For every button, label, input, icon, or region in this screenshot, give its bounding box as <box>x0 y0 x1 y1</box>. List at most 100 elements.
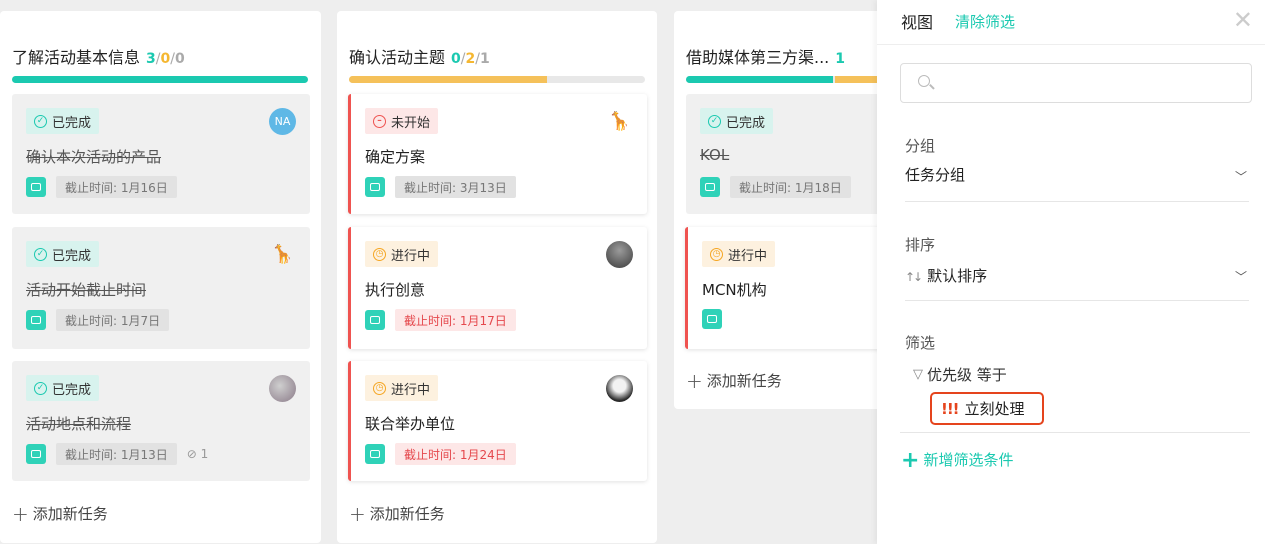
column-title-text: 借助媒体第三方渠... <box>686 48 830 67</box>
minus-circle-icon: – <box>373 114 386 128</box>
task-title: 确定方案 <box>365 148 426 166</box>
sort-icon: ↑↓ <box>905 270 923 284</box>
divider <box>877 44 1265 45</box>
status-badge[interactable]: ◷ 进行中 <box>365 241 439 267</box>
task-title: 确认本次活动的产品 <box>26 148 162 166</box>
count-done: 0 <box>451 51 461 67</box>
count-in-progress: 2 <box>465 51 476 67</box>
plus-icon: + <box>349 502 366 526</box>
column-title-text: 了解活动基本信息 <box>12 48 141 67</box>
task-card[interactable]: ◷ 进行中 联合举办单位 截止时间: 1月24日 <box>348 361 647 481</box>
giraffe-avatar-icon[interactable]: 🦒 <box>269 241 296 268</box>
task-title: 执行创意 <box>365 281 426 299</box>
due-date: 截止时间: 1月16日 <box>56 176 177 198</box>
group-select[interactable]: 任务分组 <box>905 164 965 185</box>
checkbox-icon[interactable] <box>26 177 46 197</box>
column-task-count: 3/0/0 <box>146 51 185 67</box>
column-title[interactable]: 确认活动主题 0/2/1 <box>349 44 490 68</box>
column-progress-bar <box>349 76 645 83</box>
status-label: 已完成 <box>726 115 766 131</box>
clear-filter-button[interactable]: 清除筛选 <box>955 11 1015 32</box>
priority-filter-value[interactable]: !!! 立刻处理 <box>930 392 1044 425</box>
clock-icon: ◷ <box>373 381 386 395</box>
plus-icon: + <box>686 369 703 393</box>
add-task-label: 添加新任务 <box>32 505 108 523</box>
progress-done <box>686 76 833 83</box>
task-card[interactable]: ◷ 进行中 执行创意 截止时间: 1月17日 <box>348 227 647 349</box>
task-card[interactable]: – 未开始 🦒 确定方案 截止时间: 3月13日 <box>348 94 647 214</box>
add-task-button[interactable]: + 添加新任务 <box>686 369 782 393</box>
search-input[interactable] <box>900 63 1252 103</box>
add-task-label: 添加新任务 <box>369 505 445 523</box>
status-badge[interactable]: ◷ 进行中 <box>365 375 439 401</box>
due-date: 截止时间: 3月13日 <box>395 176 516 198</box>
add-filter-button[interactable]: + 新增筛选条件 <box>901 448 1013 473</box>
sort-select[interactable]: ↑↓ 默认排序 <box>905 265 987 286</box>
add-task-label: 添加新任务 <box>706 372 782 390</box>
chevron-down-icon[interactable]: ﹀ <box>1235 268 1247 285</box>
task-title: 联合举办单位 <box>365 415 456 433</box>
status-label: 已完成 <box>52 382 92 398</box>
due-date: 截止时间: 1月17日 <box>395 309 516 331</box>
task-title: 活动开始截止时间 <box>26 281 147 299</box>
column-task-count: 0/2/1 <box>451 51 490 67</box>
status-badge[interactable]: ✓ 已完成 <box>26 241 100 267</box>
search-icon <box>918 75 930 87</box>
filter-condition[interactable]: ▽ 优先级 等于 <box>913 364 1007 385</box>
divider <box>900 432 1250 433</box>
checkbox-icon[interactable] <box>365 310 385 330</box>
urgent-priority-icon: !!! <box>941 399 960 418</box>
due-date: 截止时间: 1月18日 <box>730 176 851 198</box>
status-label: 进行中 <box>391 248 431 264</box>
checkbox-icon[interactable] <box>26 310 46 330</box>
status-badge[interactable]: – 未开始 <box>365 108 439 134</box>
status-badge[interactable]: ◷ 进行中 <box>702 241 776 267</box>
plus-icon: + <box>12 502 29 526</box>
checkbox-icon[interactable] <box>365 177 385 197</box>
column-title[interactable]: 了解活动基本信息 3/0/0 <box>12 44 185 68</box>
count-todo: 1 <box>479 51 490 67</box>
chevron-down-icon[interactable]: ﹀ <box>1235 168 1247 185</box>
status-badge[interactable]: ✓ 已完成 <box>26 375 100 401</box>
attachment-count: ⊘ 1 <box>186 447 209 461</box>
count-done: 1 <box>835 51 846 67</box>
avatar[interactable] <box>606 241 633 268</box>
avatar[interactable]: NA <box>269 108 296 135</box>
priority-value: 立刻处理 <box>964 400 1025 418</box>
status-label: 已完成 <box>52 115 92 131</box>
task-title: MCN机构 <box>702 281 767 299</box>
sort-value: 默认排序 <box>927 267 988 285</box>
status-badge[interactable]: ✓ 已完成 <box>26 108 100 134</box>
panel-title: 视图 <box>901 13 934 32</box>
divider <box>905 300 1249 301</box>
add-task-button[interactable]: + 添加新任务 <box>349 502 445 526</box>
close-icon[interactable]: ✕ <box>1233 6 1253 34</box>
column-title[interactable]: 借助媒体第三方渠... 1 <box>686 44 845 68</box>
filter-condition-text: 优先级 等于 <box>927 366 1007 384</box>
avatar[interactable] <box>269 375 296 402</box>
task-card[interactable]: ✓ 已完成 🦒 活动开始截止时间 截止时间: 1月7日 <box>12 227 310 349</box>
sort-label: 排序 <box>905 236 936 254</box>
clock-icon: ◷ <box>373 247 386 261</box>
avatar[interactable] <box>606 375 633 402</box>
check-circle-icon: ✓ <box>34 247 47 261</box>
column-task-count: 1 <box>835 51 845 67</box>
checkbox-icon[interactable] <box>700 177 720 197</box>
task-card[interactable]: ✓ 已完成 NA 确认本次活动的产品 截止时间: 1月16日 <box>12 94 310 214</box>
checkbox-icon[interactable] <box>26 444 46 464</box>
giraffe-avatar-icon[interactable]: 🦒 <box>606 108 633 135</box>
add-task-button[interactable]: + 添加新任务 <box>12 502 108 526</box>
status-badge[interactable]: ✓ 已完成 <box>700 108 774 134</box>
filter-funnel-icon: ▽ <box>913 367 923 382</box>
check-circle-icon: ✓ <box>34 114 47 128</box>
task-card[interactable]: ✓ 已完成 活动地点和流程 截止时间: 1月13日 ⊘ 1 <box>12 361 310 481</box>
check-circle-icon: ✓ <box>34 381 47 395</box>
column-title-text: 确认活动主题 <box>349 48 446 67</box>
task-title: 活动地点和流程 <box>26 415 132 433</box>
count-todo: 0 <box>174 51 185 67</box>
column-confirm-theme: 确认活动主题 0/2/1 – 未开始 🦒 确定方案 截止时间: 3月13日 ◷ 进行中… <box>337 11 657 543</box>
progress-done <box>12 76 308 83</box>
checkbox-icon[interactable] <box>702 309 722 329</box>
checkbox-icon[interactable] <box>365 444 385 464</box>
due-date: 截止时间: 1月24日 <box>395 443 516 465</box>
